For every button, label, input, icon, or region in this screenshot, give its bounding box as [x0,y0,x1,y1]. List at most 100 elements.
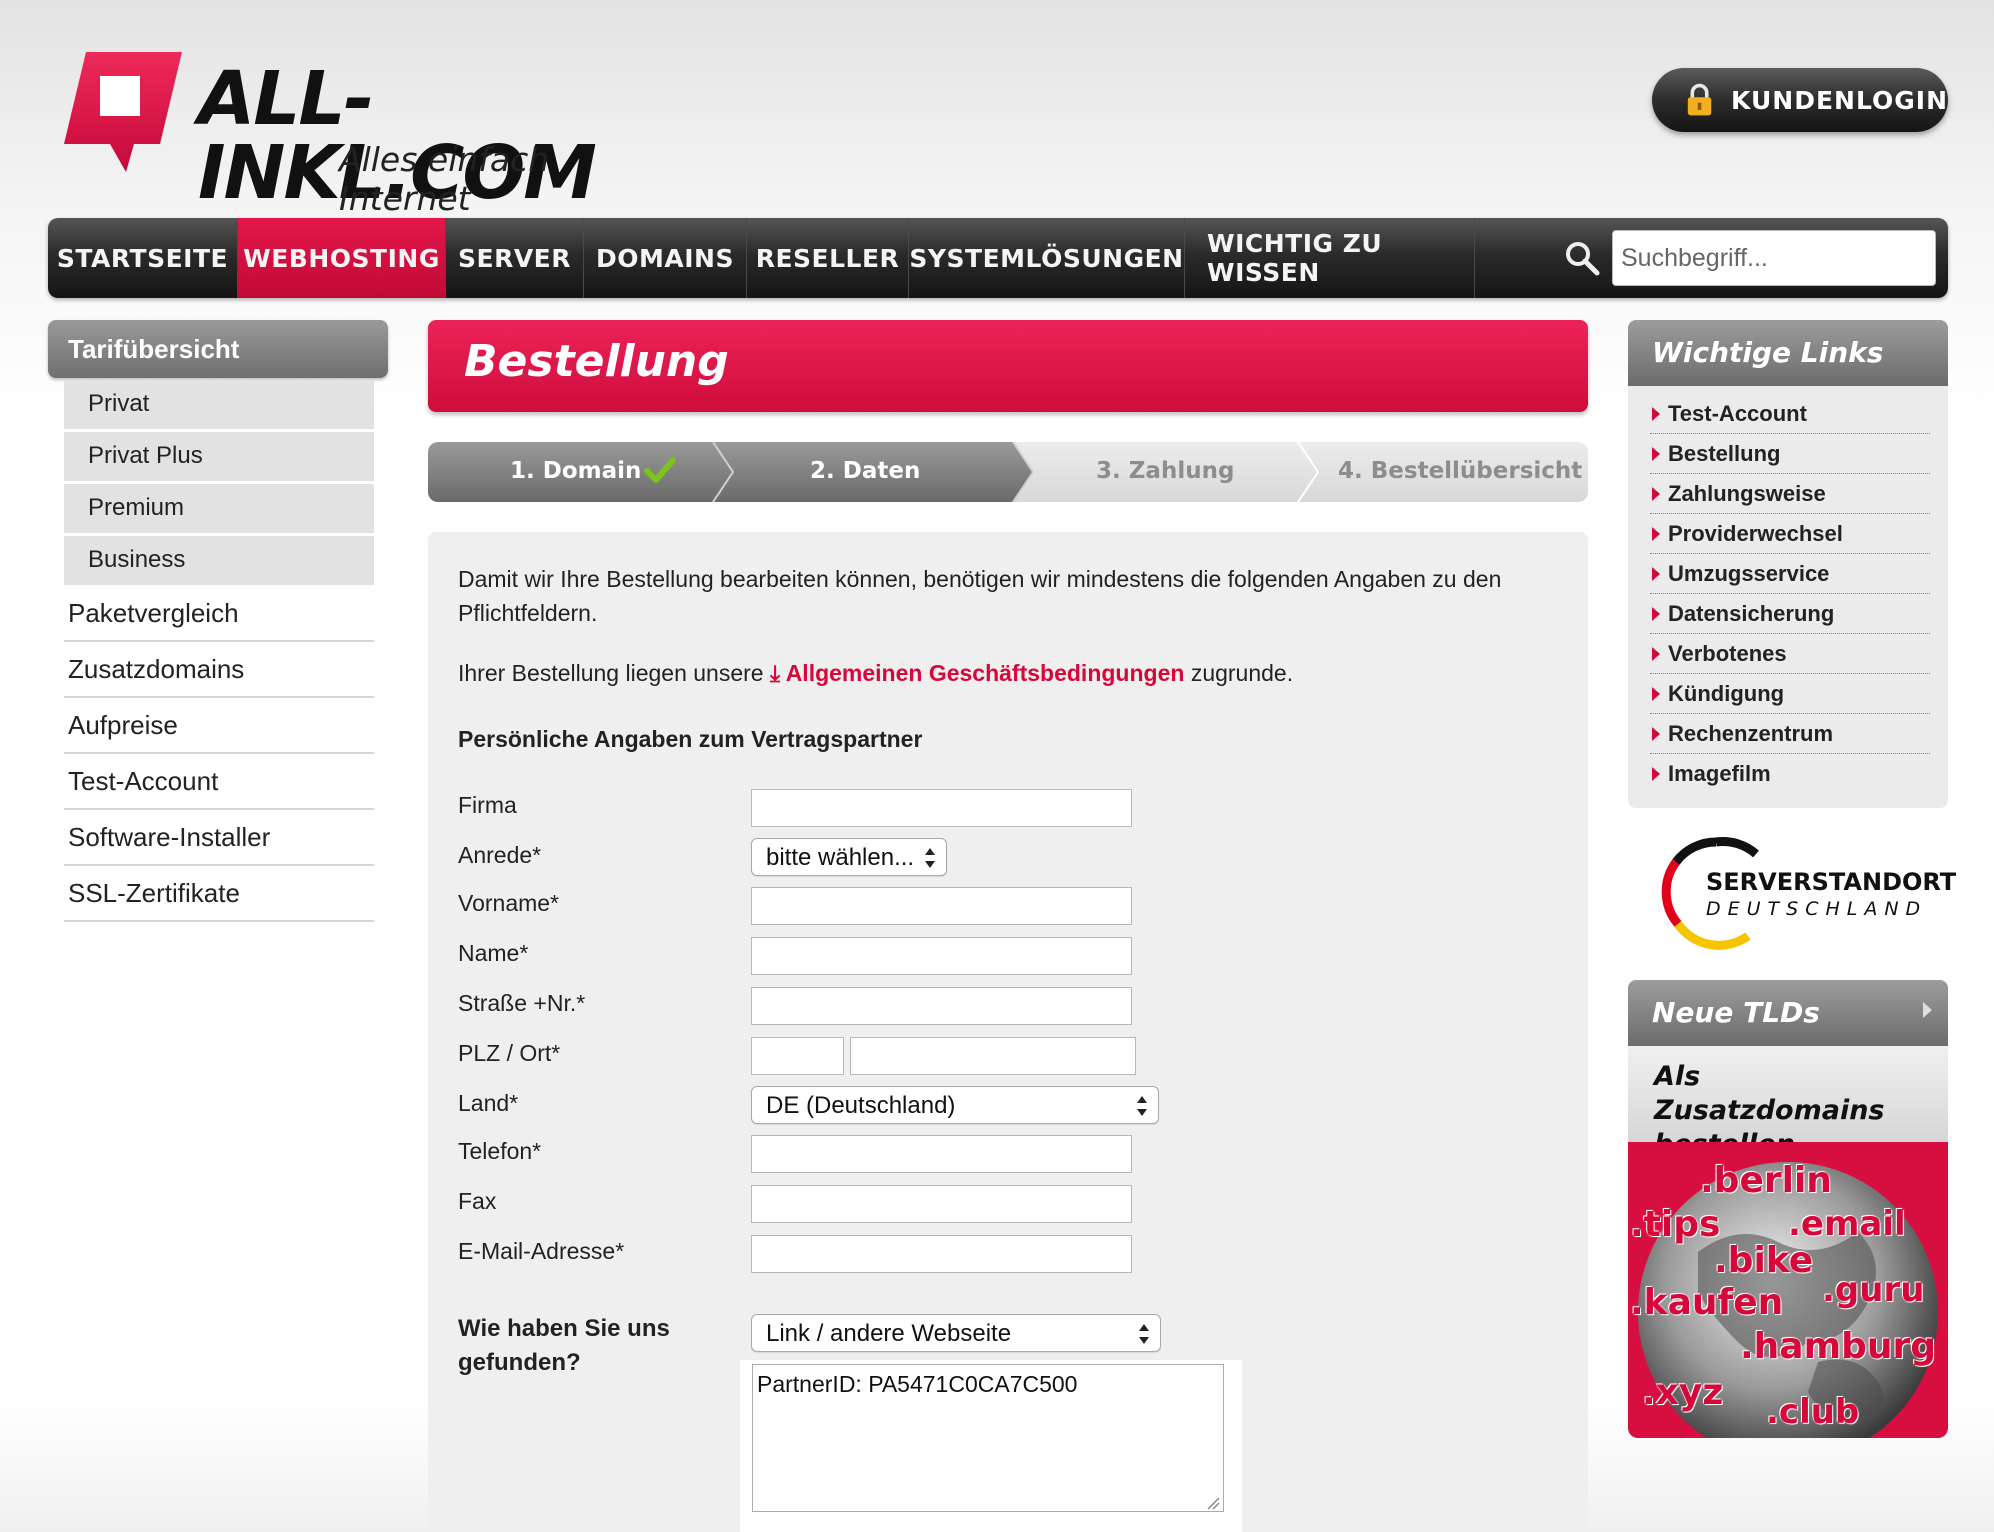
badge-line1: SERVERSTANDORT [1706,868,1957,896]
sidebar-item-paketvergleich[interactable]: Paketvergleich [64,586,374,642]
nav-reseller[interactable]: RESELLER [747,218,909,298]
label-email: E-Mail-Adresse* [458,1238,625,1264]
step-daten: 2. Daten [810,458,921,484]
agb-prefix: Ihrer Bestellung liegen unsere [458,660,764,686]
link-verbotenes[interactable]: Verbotenes [1650,634,1930,674]
tld-berlin: .berlin [1700,1160,1832,1201]
nav-startseite[interactable]: STARTSEITE [48,218,238,298]
step-domain: 1. Domain [510,458,642,484]
sidebar-item-privat-plus[interactable]: Privat Plus [64,432,374,481]
link-label: Zahlungsweise [1668,481,1826,506]
search-icon[interactable] [1564,240,1600,276]
partner-textarea[interactable]: PartnerID: PA5471C0CA7C500 [752,1364,1224,1512]
step-bestelluebersicht: 4. Bestellübersicht [1338,458,1583,484]
sidebar-item-privat[interactable]: Privat [64,380,374,429]
tld-club: .club [1766,1392,1860,1432]
link-kuendigung[interactable]: Kündigung [1650,674,1930,714]
serverstandort-badge[interactable]: SERVERSTANDORT DEUTSCHLAND [1656,832,1956,952]
link-zahlungsweise[interactable]: Zahlungsweise [1650,474,1930,514]
link-label: Imagefilm [1668,761,1771,786]
label-fax: Fax [458,1188,497,1214]
select-arrows-icon [925,848,935,868]
sidebar-item-zusatzdomains[interactable]: Zusatzdomains [64,642,374,698]
strasse-input[interactable] [751,987,1132,1025]
sidebar-item-business[interactable]: Business [64,536,374,585]
link-label: Test-Account [1668,401,1807,426]
arrow-right-icon [1652,447,1660,461]
label-land: Land* [458,1090,519,1116]
link-label: Bestellung [1668,441,1781,466]
tld-globe-image[interactable]: .berlin .tips .email .bike .kaufen .guru… [1628,1142,1948,1438]
brand-slogan: Alles einfach Internet [339,140,550,218]
sidebar-nav: Paketvergleich Zusatzdomains Aufpreise T… [64,586,374,922]
land-value: DE (Deutschland) [766,1092,956,1119]
order-steps: 1. Domain 2. Daten 3. Zahlung 4. Bestell… [428,442,1588,502]
search-input[interactable] [1612,230,1936,286]
gefunden-value: Link / andere Webseite [766,1320,1012,1347]
nav-domains[interactable]: DOMAINS [584,218,747,298]
name-input[interactable] [751,937,1132,975]
check-icon [644,457,676,483]
wichtige-links-heading: Wichtige Links [1628,320,1948,386]
vorname-input[interactable] [751,887,1132,925]
kundenlogin-label: KUNDENLOGIN [1731,85,1948,115]
anrede-select[interactable]: bitte wählen... [751,838,947,876]
sidebar-subnav: Privat Privat Plus Premium Business [64,380,374,588]
link-bestellung[interactable]: Bestellung [1650,434,1930,474]
sidebar-item-software-installer[interactable]: Software-Installer [64,810,374,866]
kundenlogin-button[interactable]: KUNDENLOGIN [1652,68,1948,132]
intro-text: Damit wir Ihre Bestellung bearbeiten kön… [458,566,1502,626]
label-telefon: Telefon* [458,1138,542,1164]
neue-tlds-label: Neue TLDs [1652,996,1820,1029]
link-datensicherung[interactable]: Datensicherung [1650,594,1930,634]
nav-wichtig-zu-wissen[interactable]: WICHTIG ZU WISSEN [1185,218,1475,298]
arrow-right-icon [1652,607,1660,621]
arrow-right-icon [1652,567,1660,581]
resize-handle-icon[interactable] [1206,1496,1220,1510]
wichtige-links-list: Test-Account Bestellung Zahlungsweise Pr… [1650,394,1930,794]
agb-link[interactable]: ⤓ Allgemeinen Geschäftsbedingungen [770,660,1184,686]
label-firma: Firma [458,792,517,818]
link-providerwechsel[interactable]: Providerwechsel [1650,514,1930,554]
sidebar-item-test-account[interactable]: Test-Account [64,754,374,810]
logo-mark-icon [64,52,182,172]
select-arrows-icon [1137,1096,1147,1116]
email-input[interactable] [751,1235,1132,1273]
tld-bike: .bike [1714,1240,1814,1281]
tld-kaufen: .kaufen [1630,1282,1784,1323]
gefunden-select[interactable]: Link / andere Webseite [751,1314,1161,1352]
link-test-account[interactable]: Test-Account [1650,394,1930,434]
sidebar-item-aufpreise[interactable]: Aufpreise [64,698,374,754]
arrow-right-icon [1652,767,1660,781]
label-gefunden: Wie haben Sie uns gefunden? [458,1315,670,1376]
fax-input[interactable] [751,1185,1132,1223]
anrede-value: bitte wählen... [766,844,915,871]
agb-link-label: Allgemeinen Geschäftsbedingungen [785,660,1185,686]
lock-icon [1687,83,1712,116]
tld-email: .email [1788,1204,1906,1244]
arrow-right-icon [1652,407,1660,421]
tld-hamburg: .hamburg [1740,1326,1937,1367]
link-label: Kündigung [1668,681,1785,706]
land-select[interactable]: DE (Deutschland) [751,1086,1159,1124]
plz-input[interactable] [751,1037,844,1075]
sidebar-item-premium[interactable]: Premium [64,484,374,533]
telefon-input[interactable] [751,1135,1132,1173]
link-umzugsservice[interactable]: Umzugsservice [1650,554,1930,594]
tld-tips: .tips [1630,1204,1721,1245]
ort-input[interactable] [850,1037,1136,1075]
nav-webhosting[interactable]: WEBHOSTING [238,218,446,298]
link-imagefilm[interactable]: Imagefilm [1650,754,1930,794]
arrow-right-icon [1652,727,1660,741]
link-label: Rechenzentrum [1668,721,1834,746]
sidebar-item-ssl-zertifikate[interactable]: SSL-Zertifikate [64,866,374,922]
link-rechenzentrum[interactable]: Rechenzentrum [1650,714,1930,754]
neue-tlds-heading[interactable]: Neue TLDs [1628,980,1948,1046]
brand-logo[interactable]: ALL-INKL.COM Alles einfach Internet [64,52,684,218]
link-label: Verbotenes [1668,641,1787,666]
chevron-right-icon [1923,1002,1932,1018]
nav-server[interactable]: SERVER [446,218,584,298]
sidebar-heading-tarifuebersicht[interactable]: Tarifübersicht [48,320,388,378]
nav-systemloesungen[interactable]: SYSTEMLÖSUNGEN [909,218,1185,298]
firma-input[interactable] [751,789,1132,827]
